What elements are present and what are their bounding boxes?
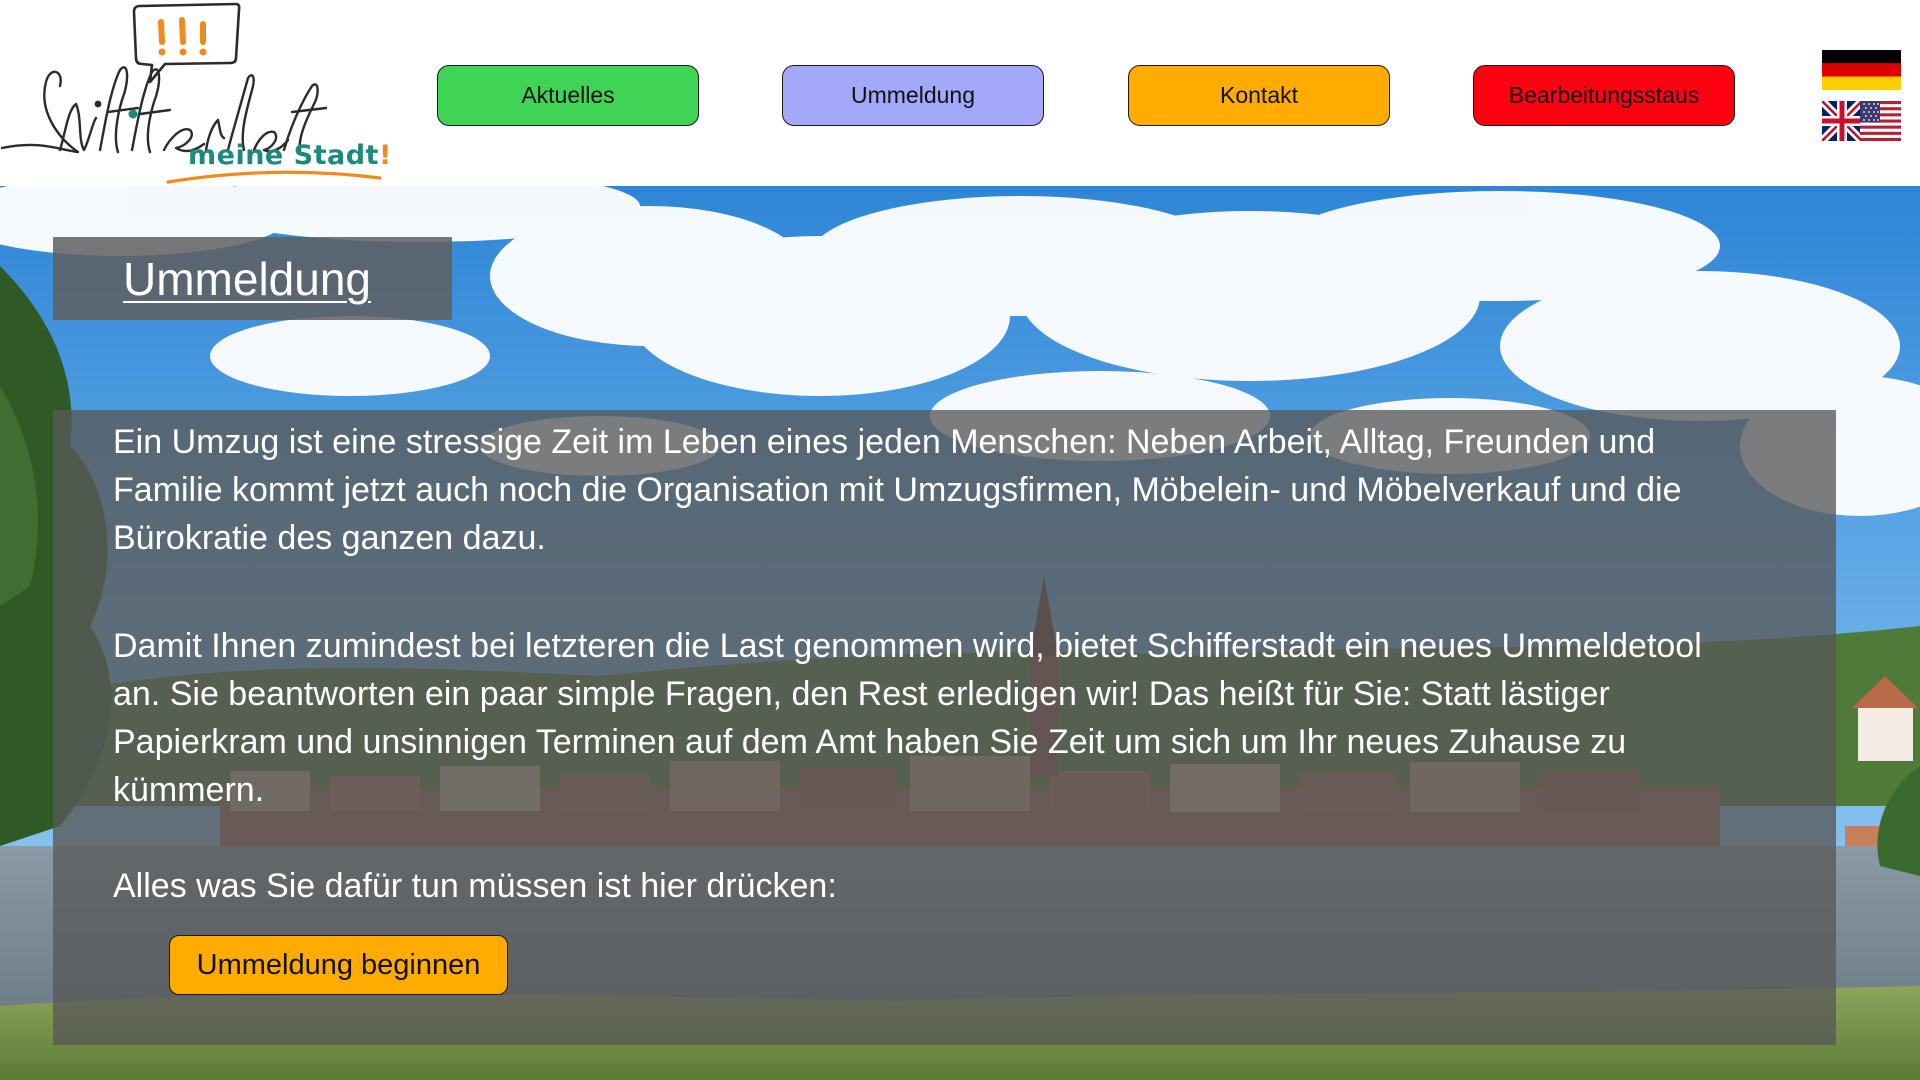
nav-button-kontakt[interactable]: Kontakt [1128, 65, 1390, 126]
uk-us-flag-icon[interactable] [1822, 101, 1901, 141]
page-title: Ummeldung [123, 252, 371, 305]
nav-button-aktuelles[interactable]: Aktuelles [437, 65, 699, 126]
page-title-box: Ummeldung [53, 237, 452, 320]
page: meine Stadt! Aktuelles Ummeldung Kontakt… [0, 0, 1920, 1080]
call-to-action-text: Alles was Sie dafür tun müssen ist hier … [113, 867, 837, 905]
logo-tagline: meine Stadt! [188, 140, 392, 171]
nav-button-ummeldung[interactable]: Ummeldung [782, 65, 1044, 126]
uk-us-flag-graphic [1822, 101, 1901, 141]
header: meine Stadt! Aktuelles Ummeldung Kontakt… [0, 0, 1920, 186]
schifferstadt-logo[interactable]: meine Stadt! [0, 0, 391, 186]
german-flag-graphic [1822, 50, 1901, 90]
intro-paragraph: Ein Umzug ist eine stressige Zeit im Leb… [113, 423, 1682, 557]
logo-tagline-text: meine Stadt [188, 140, 379, 171]
german-flag-icon[interactable] [1822, 50, 1901, 90]
tool-description-paragraph: Damit Ihnen zumindest bei letzteren die … [113, 627, 1702, 809]
content-panel: Ein Umzug ist eine stressige Zeit im Leb… [53, 410, 1836, 1045]
nav-button-bearbeitungsstatus[interactable]: Bearbeitungsstaus [1473, 65, 1735, 126]
logo-tagline-bang: ! [378, 140, 392, 171]
bubble-exclamations [158, 17, 207, 56]
start-ummeldung-button[interactable]: Ummeldung beginnen [169, 935, 508, 995]
